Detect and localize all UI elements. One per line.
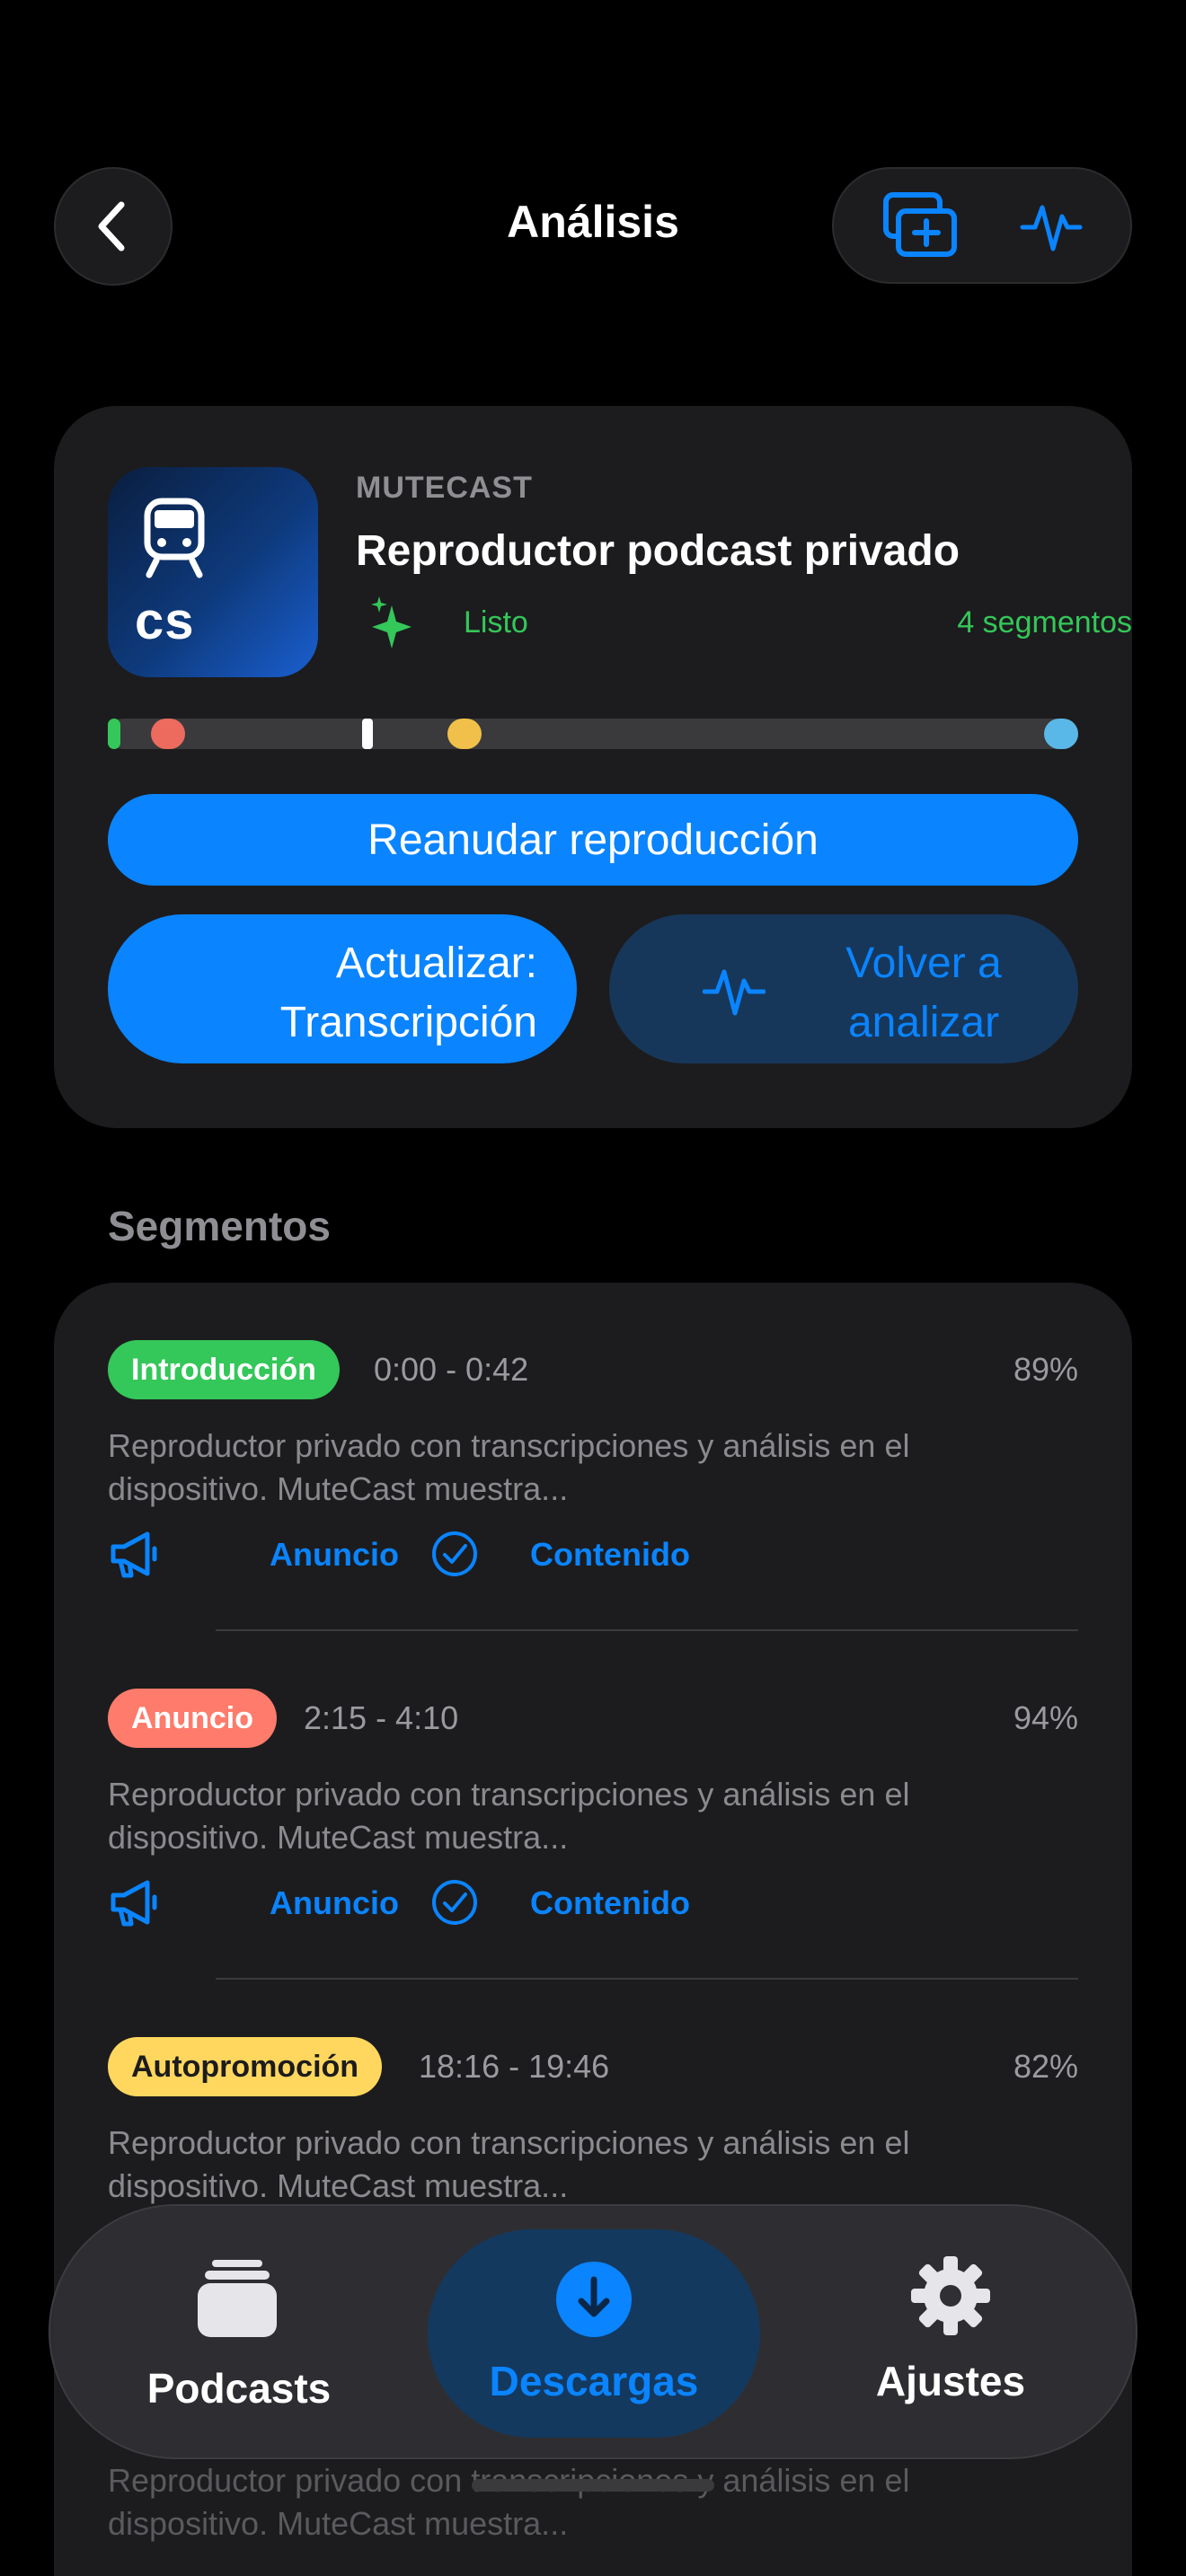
waveform-icon xyxy=(703,969,766,1016)
tab-settings[interactable]: Ajustes xyxy=(816,2206,1085,2461)
checkmark-circle-icon[interactable] xyxy=(429,1877,480,1928)
home-indicator xyxy=(472,2479,714,2492)
segment-time: 2:15 - 4:10 xyxy=(304,1699,459,1736)
resume-playback-button[interactable]: Reanudar reproducción xyxy=(108,794,1078,886)
tab-label: Descargas xyxy=(489,2358,699,2404)
waveform-icon[interactable] xyxy=(1019,193,1084,258)
tab-label: Podcasts xyxy=(146,2365,332,2412)
train-icon xyxy=(144,498,205,578)
mark-as-content-button[interactable]: Contenido xyxy=(530,1536,690,1574)
gear-icon xyxy=(911,2256,990,2335)
segment-confidence: 94% xyxy=(1013,1699,1078,1736)
timeline-marker[interactable] xyxy=(1044,719,1078,749)
segment-row[interactable]: Anuncio 2:15 - 4:10 94% Reproductor priv… xyxy=(54,1631,1132,1980)
add-to-queue-icon[interactable] xyxy=(881,191,961,260)
status-row: Listo 4 segmentos xyxy=(356,595,1132,648)
update-label-line1: Actualizar: xyxy=(335,940,537,987)
artwork-text: cs xyxy=(135,592,195,650)
top-bar: Análisis xyxy=(0,0,1186,287)
header-actions xyxy=(832,167,1132,284)
segment-badge: Introducción xyxy=(108,1340,340,1399)
segment-badge: Autopromoción xyxy=(108,2037,383,2096)
reanalyze-label-line1: Volver a xyxy=(845,940,1002,987)
sparkles-icon xyxy=(371,596,412,648)
segment-confidence: 89% xyxy=(1013,1351,1078,1388)
analysis-status: Listo xyxy=(464,605,528,640)
segment-actions: Anuncio Contenido xyxy=(108,1525,827,1579)
podcast-artwork: cs xyxy=(108,467,318,677)
tab-bar: Podcasts Descargas Ajustes xyxy=(49,2204,1137,2459)
segment-count: 4 segmentos xyxy=(957,605,1132,640)
segment-row[interactable]: Introducción 0:00 - 0:42 89% Reproductor… xyxy=(54,1283,1132,1631)
timeline-marker[interactable] xyxy=(150,719,185,749)
mark-as-ad-button[interactable]: Anuncio xyxy=(270,1884,399,1922)
tab-podcasts[interactable]: Podcasts xyxy=(104,2206,374,2461)
tab-label: Ajustes xyxy=(875,2358,1026,2404)
segment-confidence: 82% xyxy=(1013,2048,1078,2085)
segment-time: 18:16 - 19:46 xyxy=(419,2048,610,2085)
episode-card: cs MUTECAST Reproductor podcast privado … xyxy=(54,406,1132,1128)
segment-description: Reproductor privado con transcripciones … xyxy=(108,2124,910,2204)
stack-icon xyxy=(198,2260,277,2337)
update-label-line2: Transcripción xyxy=(279,999,537,1046)
mark-as-ad-button[interactable]: Anuncio xyxy=(270,1536,399,1574)
reanalyze-label-line2: analizar xyxy=(847,999,1000,1046)
podcast-brand: MUTECAST xyxy=(356,471,533,505)
mark-as-content-button[interactable]: Contenido xyxy=(530,1884,690,1922)
megaphone-icon[interactable] xyxy=(108,1877,162,1928)
segment-badge: Anuncio xyxy=(108,1689,277,1748)
segment-actions: Anuncio Contenido xyxy=(108,1874,827,1928)
segment-description: Reproductor privado con transcripciones … xyxy=(108,1427,910,1507)
episode-title: Reproductor podcast privado xyxy=(356,527,960,575)
segments-section-title: Segmentos xyxy=(108,1203,331,1249)
segment-timeline[interactable] xyxy=(108,719,1078,749)
checkmark-circle-icon[interactable] xyxy=(429,1529,480,1579)
timeline-marker[interactable] xyxy=(362,719,374,749)
reanalyze-button[interactable]: Volver a analizar xyxy=(609,914,1078,1063)
update-transcription-button[interactable]: Actualizar: Transcripción xyxy=(108,914,577,1063)
megaphone-icon[interactable] xyxy=(108,1529,162,1579)
tab-downloads[interactable]: Descargas xyxy=(428,2206,760,2461)
segment-description-partial: Reproductor privado con transcripciones … xyxy=(108,2462,910,2542)
timeline-marker[interactable] xyxy=(447,719,482,749)
segment-description: Reproductor privado con transcripciones … xyxy=(108,1776,910,1856)
timeline-marker[interactable] xyxy=(108,719,120,749)
segment-time: 0:00 - 0:42 xyxy=(374,1351,529,1388)
download-circle-icon xyxy=(556,2262,632,2337)
